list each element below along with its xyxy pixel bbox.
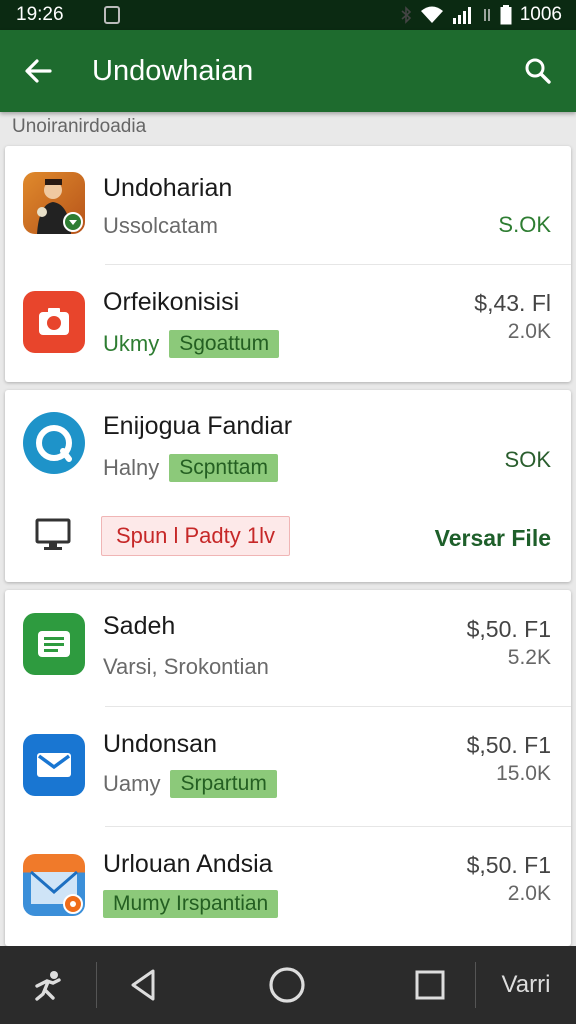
list-item[interactable]: Sadeh Varsi, Srokontian $,50. F1 5.2K [5, 590, 571, 706]
status-tag: Sgoattum [169, 330, 280, 358]
app-size: 5.2K [507, 646, 551, 669]
app-subtitle: Ukmy Sgoattum [103, 330, 280, 358]
battery-level: 1006 [519, 4, 562, 25]
app-bar: Undowhaian [0, 30, 576, 112]
list-item[interactable]: Undoharian Ussolcatam S.OK [5, 146, 571, 264]
app-subtitle-text: Halny [103, 455, 160, 480]
image-notification-icon [103, 6, 120, 24]
list-item[interactable]: Enijogua Fandiar Halny Scpnttam SOK [5, 390, 571, 500]
back-button[interactable] [18, 51, 58, 91]
status-tag: Mumy Irspantian [103, 890, 279, 918]
app-subtitle: Halny Scpnttam [103, 454, 278, 482]
nav-right-label[interactable]: Varri [476, 946, 576, 1024]
data-icon [482, 6, 492, 24]
square-recents-icon [415, 970, 445, 1000]
app-name: Urlouan Andsia [103, 850, 273, 878]
camera-app-icon [23, 291, 85, 353]
page-title: Undowhaian [92, 54, 254, 87]
app-name: Orfeikonisisi [103, 288, 240, 316]
back-nav-button[interactable] [97, 946, 189, 1024]
app-name: Undoharian [103, 174, 233, 202]
app-card: Enijogua Fandiar Halny Scpnttam SOK Spun… [5, 390, 571, 582]
arrow-back-icon [25, 59, 52, 83]
figure-icon [35, 971, 61, 1001]
app-card: Sadeh Varsi, Srokontian $,50. F1 5.2K Un… [5, 590, 571, 946]
app-name: Enijogua Fandiar [103, 412, 293, 440]
app-price: $,43. Fl [474, 290, 551, 316]
circle-home-icon [269, 967, 305, 1003]
app-size: 15.0K [496, 762, 551, 785]
signal-icon [452, 6, 474, 24]
sheets-app-icon [23, 613, 85, 675]
app-price: S.OK [498, 212, 551, 237]
app-price: $,50. F1 [466, 852, 551, 878]
status-bar: 19:26 1006 [0, 0, 576, 30]
app-size: 2.0K [507, 882, 551, 905]
app-subtitle: Varsi, Srokontian [103, 654, 269, 679]
triangle-back-icon [131, 969, 155, 1001]
app-subtitle-text: Uamy [103, 771, 161, 796]
app-name: Sadeh [103, 612, 176, 640]
bluetooth-icon [400, 6, 412, 24]
device-row: Spun l Padty 1lv Versar File [5, 500, 571, 582]
section-header: Unoiranirdoadia [12, 116, 147, 137]
app-subtitle: Uamy Srpartum [103, 770, 277, 798]
assistant-button[interactable] [0, 946, 96, 1024]
portrait-app-icon [23, 172, 85, 234]
search-button[interactable] [518, 51, 558, 91]
app-name: Undonsan [103, 730, 217, 758]
sale-badge: Spun l Padty 1lv [101, 516, 290, 556]
app-price: $,50. F1 [466, 616, 551, 642]
circle-app-icon [23, 412, 85, 474]
battery-icon [500, 5, 512, 25]
recents-nav-button[interactable] [385, 946, 475, 1024]
status-time: 19:26 [16, 4, 64, 25]
app-price: $,50. F1 [466, 732, 551, 758]
list-item[interactable]: Urlouan Andsia Mumy Irspantian $,50. F1 … [5, 826, 571, 946]
app-size: 2.0K [507, 320, 551, 343]
version-file-link[interactable]: Versar File [435, 525, 551, 552]
home-nav-button[interactable] [189, 946, 385, 1024]
status-tag: Scpnttam [169, 454, 278, 482]
wifi-icon [420, 6, 444, 24]
app-subtitle-text: Ukmy [103, 331, 160, 356]
list-item[interactable]: Undonsan Uamy Srpartum $,50. F1 15.0K [5, 706, 571, 826]
mail-app-icon [23, 734, 85, 796]
monitor-icon [35, 518, 71, 557]
app-subtitle: Mumy Irspantian [103, 890, 279, 918]
app-subtitle: Ussolcatam [103, 213, 218, 238]
envelope-app-icon [23, 854, 85, 916]
search-icon [525, 58, 551, 84]
app-price: SOK [504, 447, 551, 472]
app-card: Undoharian Ussolcatam S.OK Orfeikonisisi… [5, 146, 571, 382]
navigation-bar: Varri [0, 946, 576, 1024]
status-tag: Srpartum [170, 770, 277, 798]
list-item[interactable]: Orfeikonisisi Ukmy Sgoattum $,43. Fl 2.0… [5, 264, 571, 382]
